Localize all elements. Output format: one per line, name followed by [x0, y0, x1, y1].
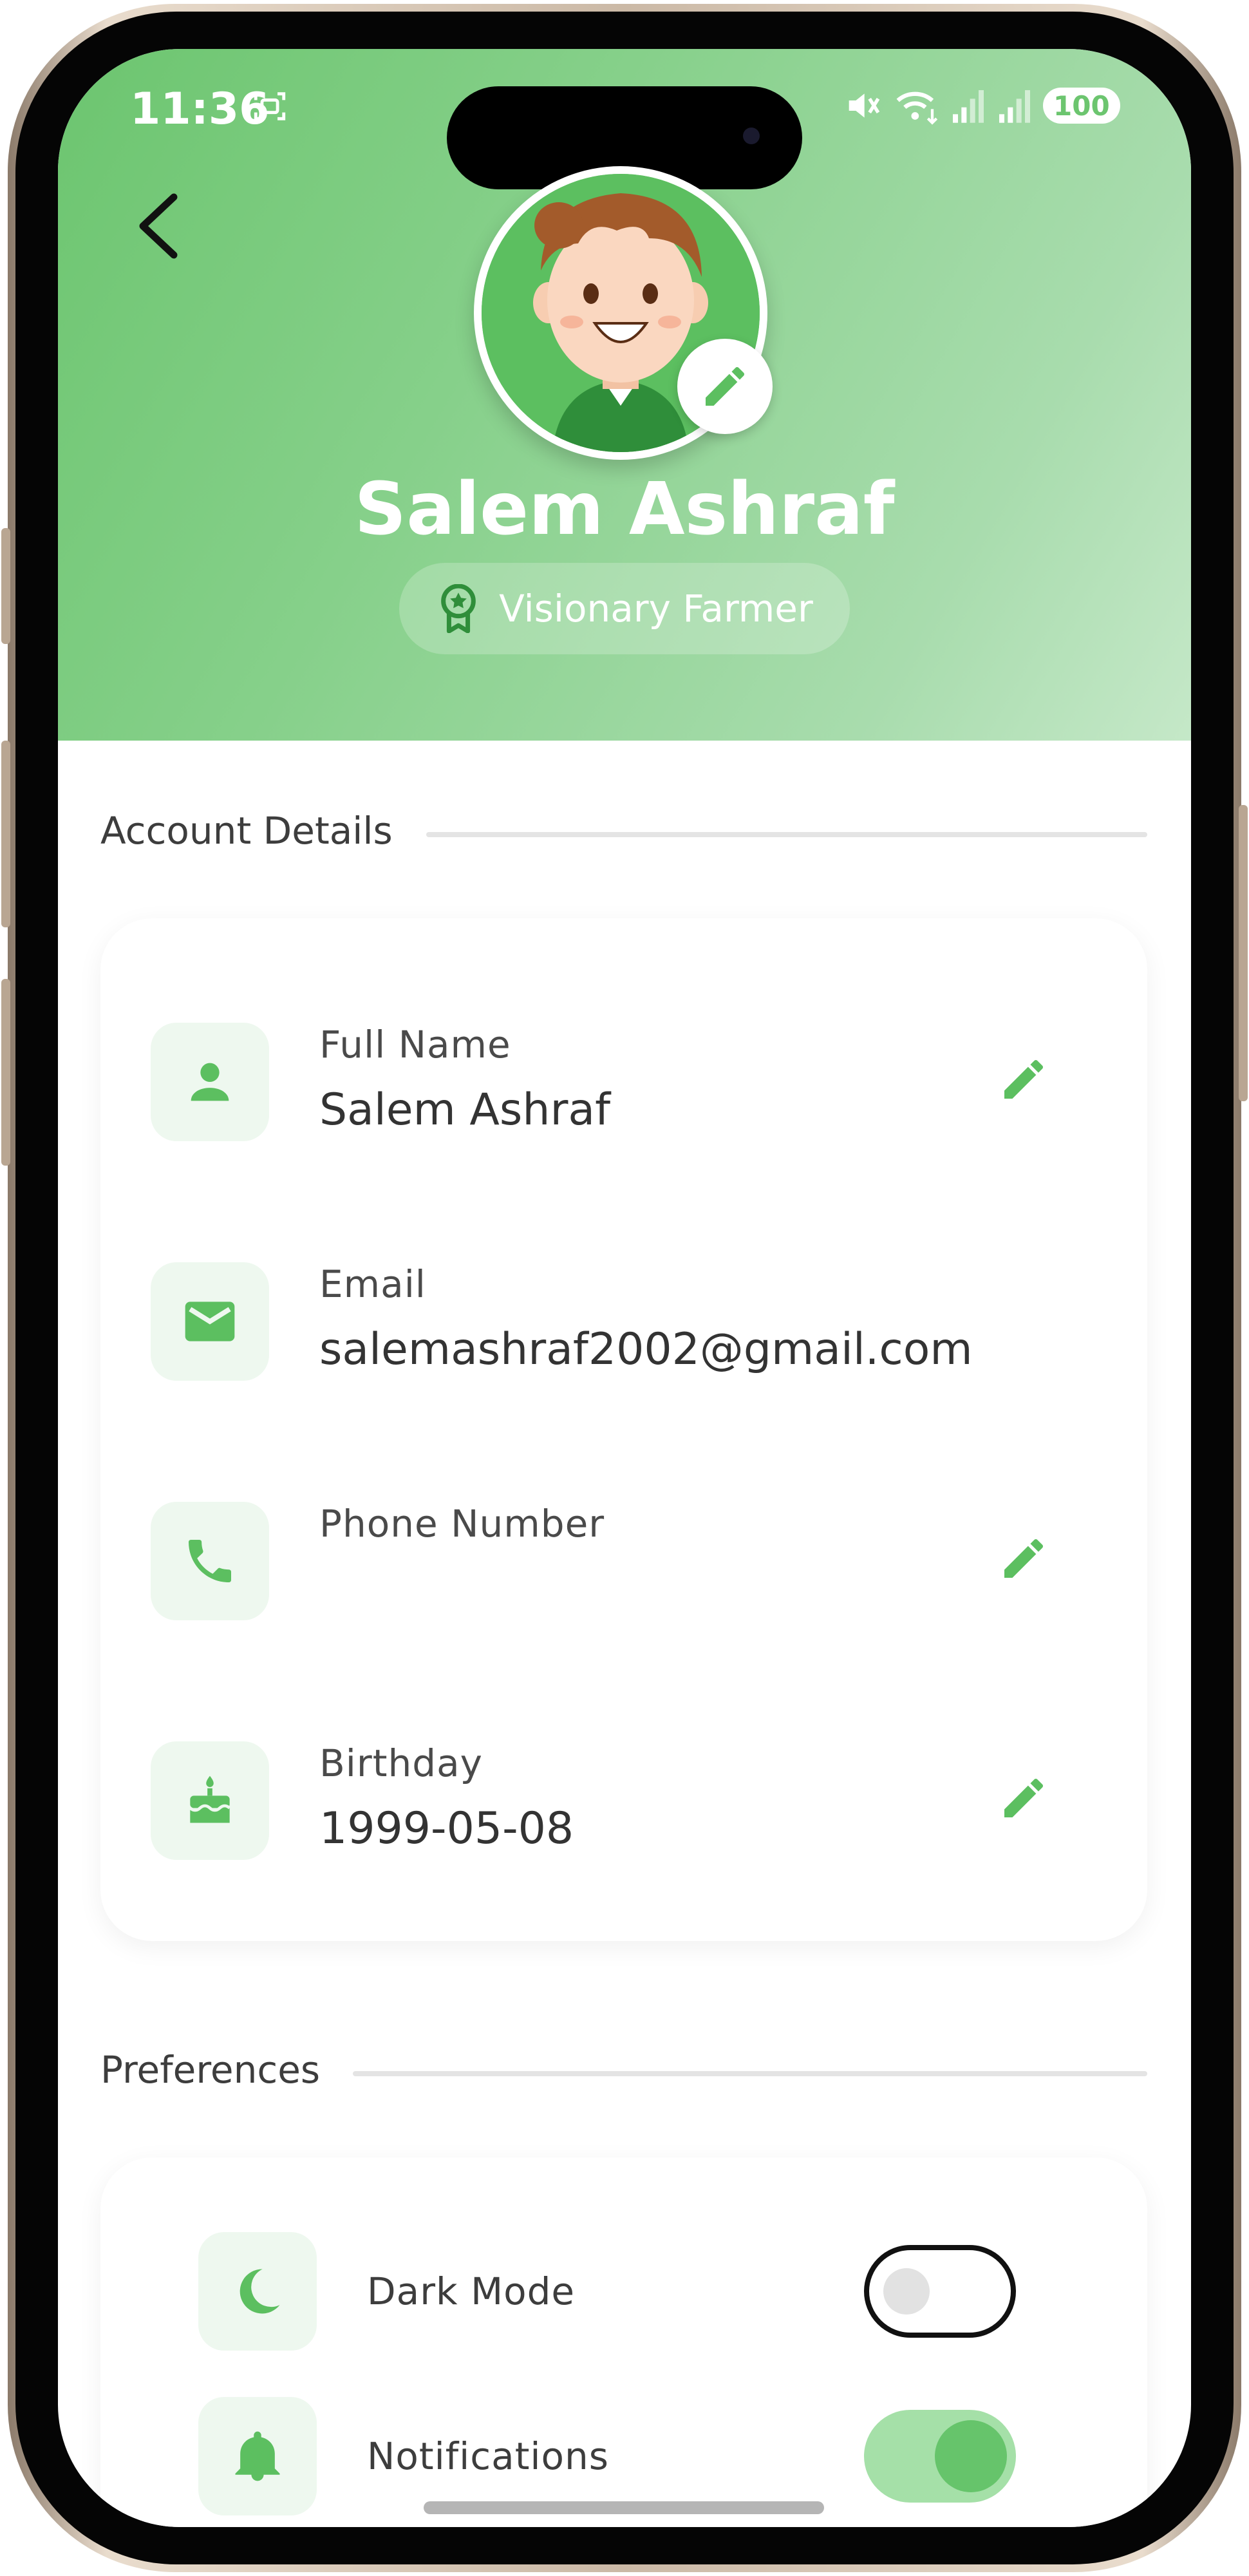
- preference-label: Notifications: [367, 2434, 610, 2478]
- toggle-knob: [935, 2420, 1007, 2492]
- back-button[interactable]: [109, 178, 206, 274]
- field-label: Phone Number: [319, 1502, 605, 1546]
- avatar-edit-button[interactable]: [677, 339, 773, 434]
- signal-icon: [953, 90, 984, 123]
- field-value: Salem Ashraf: [319, 1084, 611, 1135]
- screenshot-icon: [254, 92, 286, 120]
- signal-icon: [999, 90, 1030, 123]
- phone-icon: [189, 1540, 231, 1582]
- notifications-toggle[interactable]: [864, 2410, 1016, 2503]
- action-button: [1, 528, 10, 644]
- toggle-knob: [883, 2268, 930, 2315]
- edit-birthday-button[interactable]: [985, 1759, 1062, 1837]
- field-label: Email: [319, 1262, 426, 1306]
- status-time: 11:36: [130, 84, 270, 135]
- mute-icon: [849, 93, 880, 118]
- field-label: Birthday: [319, 1741, 483, 1785]
- edit-full-name-button[interactable]: [985, 1041, 1062, 1118]
- volume-down-button: [1, 979, 10, 1166]
- volume-up-button: [1, 741, 10, 927]
- email-icon: [185, 1302, 235, 1341]
- pencil-icon: [706, 366, 745, 406]
- detail-row-phone: Phone Number: [100, 1502, 1147, 1620]
- chevron-left-icon: [139, 193, 178, 259]
- bell-icon: [235, 2431, 280, 2481]
- detail-row-email: Email salemashraf2002@gmail.com: [100, 1262, 1147, 1381]
- person-icon: [191, 1063, 229, 1101]
- edit-phone-button[interactable]: [985, 1520, 1062, 1597]
- account-details-title: Account Details: [100, 809, 393, 853]
- field-value: salemashraf2002@gmail.com: [319, 1324, 973, 1375]
- preference-label: Dark Mode: [367, 2269, 576, 2313]
- icon-tile: [151, 1741, 269, 1860]
- status-icons: 100: [842, 85, 1120, 126]
- cake-icon: [189, 1776, 231, 1823]
- user-name: Salem Ashraf: [354, 468, 895, 551]
- icon-tile: [151, 1502, 269, 1620]
- moon-icon: [239, 2269, 280, 2314]
- icon-tile: [151, 1023, 269, 1141]
- field-label: Full Name: [319, 1023, 511, 1066]
- wifi-icon: [896, 91, 938, 125]
- user-rank-label: Visionary Farmer: [499, 587, 813, 630]
- section-divider: [426, 832, 1147, 837]
- pencil-icon: [1004, 1059, 1044, 1099]
- icon-tile: [198, 2232, 317, 2351]
- icon-tile: [151, 1262, 269, 1381]
- user-rank-badge: Visionary Farmer: [399, 563, 850, 654]
- pencil-icon: [1004, 1778, 1044, 1817]
- power-button: [1239, 805, 1248, 1101]
- screen: 11:36 100 Salem Ashraf Visionary Farmer …: [58, 49, 1191, 2527]
- preference-row-dark-mode: Dark Mode: [100, 2232, 1147, 2351]
- icon-tile: [198, 2397, 317, 2515]
- front-camera: [743, 128, 760, 144]
- pencil-icon: [1004, 1539, 1044, 1578]
- preferences-title: Preferences: [100, 2048, 321, 2092]
- battery-badge: 100: [1043, 88, 1120, 124]
- dark-mode-toggle[interactable]: [864, 2245, 1016, 2338]
- detail-row-full-name: Full Name Salem Ashraf: [100, 1023, 1147, 1141]
- section-divider: [353, 2071, 1147, 2076]
- preference-row-notifications: Notifications: [100, 2397, 1147, 2515]
- field-value: 1999-05-08: [319, 1803, 574, 1854]
- home-indicator[interactable]: [424, 2501, 824, 2514]
- detail-row-birthday: Birthday 1999-05-08: [100, 1741, 1147, 1860]
- award-icon: [441, 584, 476, 633]
